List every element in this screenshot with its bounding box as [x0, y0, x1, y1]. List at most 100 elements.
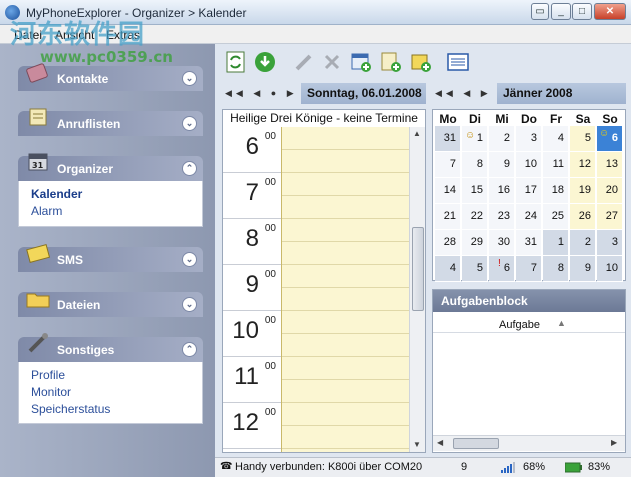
calendar-day-cell[interactable]: 16	[489, 178, 515, 204]
hour-label: 8	[245, 225, 259, 252]
calendar-day-cell[interactable]: 28	[435, 230, 461, 256]
list-view-icon[interactable]	[447, 51, 469, 73]
calendar-day-cell[interactable]: 29	[462, 230, 488, 256]
calendar-day-cell[interactable]: 6	[489, 256, 515, 282]
calendar-day-cell[interactable]: 8	[462, 152, 488, 178]
calendar-day-cell[interactable]: 5	[570, 126, 596, 152]
calendar-day-cell[interactable]: 10	[516, 152, 542, 178]
new-appointment-icon[interactable]	[350, 51, 372, 73]
calendar-day-cell[interactable]: 19	[570, 178, 596, 204]
calendar-day-cell[interactable]: 21	[435, 204, 461, 230]
day-vertical-scrollbar[interactable]: ▲ ▼	[409, 127, 425, 452]
sidebar-group-sonstiges[interactable]: Sonstiges ⌃	[18, 333, 203, 362]
calendar-day-cell[interactable]: 12	[570, 152, 596, 178]
sidebar-item-kalender[interactable]: Kalender	[31, 187, 82, 201]
new-note-icon[interactable]	[410, 51, 432, 73]
calendar-day-cell[interactable]: 18	[543, 178, 569, 204]
calendar-day-cell[interactable]: 27	[597, 204, 623, 230]
sync-icon[interactable]	[225, 51, 247, 73]
sidebar-item-speicherstatus[interactable]: Speicherstatus	[31, 402, 110, 416]
scrollbar-thumb[interactable]	[453, 438, 499, 449]
sidebar-group-dateien[interactable]: Dateien ⌄	[18, 292, 203, 317]
calendar-day-cell[interactable]: 30	[489, 230, 515, 256]
scrollbar-thumb[interactable]	[412, 227, 424, 311]
calendar-day-cell[interactable]: 5	[462, 256, 488, 282]
sidebar-group-sms[interactable]: SMS ⌄	[18, 244, 203, 272]
time-slot-line	[282, 218, 409, 219]
calendar-day-cell[interactable]: 13	[597, 152, 623, 178]
window-extra-button[interactable]: ▭	[531, 3, 549, 20]
calendar-day-cell[interactable]: 23	[489, 204, 515, 230]
time-slot-line	[282, 310, 409, 311]
calendar-day-cell[interactable]: 9	[570, 256, 596, 282]
sidebar-group-label: Organizer	[57, 162, 114, 176]
sidebar-item-monitor[interactable]: Monitor	[31, 385, 71, 399]
calendar-day-cell[interactable]: 7	[516, 256, 542, 282]
calendar-day-cell[interactable]: 15	[462, 178, 488, 204]
time-slot-line	[282, 379, 409, 380]
calendar-day-cell[interactable]: 11	[543, 152, 569, 178]
sms-envelope-icon	[26, 244, 51, 263]
scroll-down-icon[interactable]: ▼	[413, 440, 421, 449]
status-battery: 83%	[588, 461, 611, 473]
minimize-button[interactable]: _	[551, 3, 571, 20]
calendar-day-cell[interactable]: 1	[543, 230, 569, 256]
close-button[interactable]: ✕	[594, 3, 626, 20]
delete-x-icon[interactable]	[321, 51, 343, 73]
calendar-day-cell[interactable]: 4	[435, 256, 461, 282]
scroll-up-icon[interactable]: ▲	[413, 129, 421, 138]
maximize-button[interactable]: □	[572, 3, 592, 20]
scroll-left-icon[interactable]: ◀	[437, 438, 443, 447]
calendar-day-cell[interactable]: 31	[516, 230, 542, 256]
calendar-day-cell[interactable]: 8	[543, 256, 569, 282]
calendar-day-cell[interactable]: 31	[435, 126, 461, 152]
hour-row: 8 00	[223, 219, 281, 265]
hour-label: 10	[232, 317, 259, 344]
calendar-day-cell[interactable]: 7	[435, 152, 461, 178]
sidebar-group-label: Anruflisten	[57, 117, 121, 131]
calendar-day-cell[interactable]: 20	[597, 178, 623, 204]
calendar-day-cell[interactable]: 4	[543, 126, 569, 152]
calendar-day-cell[interactable]: 2	[489, 126, 515, 152]
calendar-day-cell[interactable]: 3	[516, 126, 542, 152]
chevron-down-icon[interactable]: ⌄	[182, 116, 197, 131]
month-calendar: Mo Di Mi Do Fr Sa So 31 1 2 3 4 5 6 7 8 9 10 11 12 13 14 15 16 1…	[432, 109, 626, 282]
time-slot-line	[282, 264, 409, 265]
signal-icon	[501, 462, 515, 476]
tasks-title: Aufgabenblock	[433, 290, 625, 312]
calendar-day-cell[interactable]: 14	[435, 178, 461, 204]
hour-label: 7	[245, 179, 259, 206]
day-time-grid[interactable]	[281, 127, 409, 452]
calendar-day-cell[interactable]: 22	[462, 204, 488, 230]
calendar-day-cell[interactable]: 26	[570, 204, 596, 230]
calendar-day-cell[interactable]: 3	[597, 230, 623, 256]
sidebar-group-label: Sonstiges	[57, 343, 115, 357]
sidebar-group-kontakte[interactable]: Kontakte ⌄	[18, 63, 203, 91]
sidebar-group-body-sonstiges: Profile Monitor Speicherstatus	[18, 362, 203, 424]
scroll-right-icon[interactable]: ▶	[611, 438, 617, 447]
status-connection: Handy verbunden: K800i über COM20	[235, 461, 423, 473]
calendar-day-cell[interactable]: 24	[516, 204, 542, 230]
chevron-up-icon[interactable]: ⌃	[182, 342, 197, 357]
calendar-day-cell[interactable]: 17	[516, 178, 542, 204]
calendar-day-cell[interactable]: 2	[570, 230, 596, 256]
sidebar-group-organizer[interactable]: 31 Organizer ⌃	[18, 153, 203, 181]
time-slot-line	[282, 149, 409, 150]
chevron-down-icon[interactable]: ⌄	[182, 252, 197, 267]
calendar-day-cell[interactable]: 10	[597, 256, 623, 282]
tasks-horizontal-scrollbar[interactable]: ◀ ▶	[433, 435, 625, 451]
new-task-icon[interactable]	[380, 51, 402, 73]
chevron-down-icon[interactable]: ⌄	[182, 297, 197, 312]
calendar-day-cell[interactable]: 25	[543, 204, 569, 230]
sidebar-item-alarm[interactable]: Alarm	[31, 204, 62, 218]
chevron-up-icon[interactable]: ⌃	[182, 161, 197, 176]
sidebar-item-profile[interactable]: Profile	[31, 368, 65, 382]
sidebar-group-anruflisten[interactable]: Anruflisten ⌄	[18, 108, 203, 136]
chevron-down-icon[interactable]: ⌄	[182, 71, 197, 86]
time-slot-line	[282, 241, 409, 242]
calendar-day-cell[interactable]: 9	[489, 152, 515, 178]
edit-pencil-icon[interactable]	[293, 51, 315, 73]
calendar-organizer-icon: 31	[28, 153, 48, 171]
tasks-column-header[interactable]: Aufgabe ▲	[433, 318, 625, 333]
download-icon[interactable]	[254, 51, 276, 73]
